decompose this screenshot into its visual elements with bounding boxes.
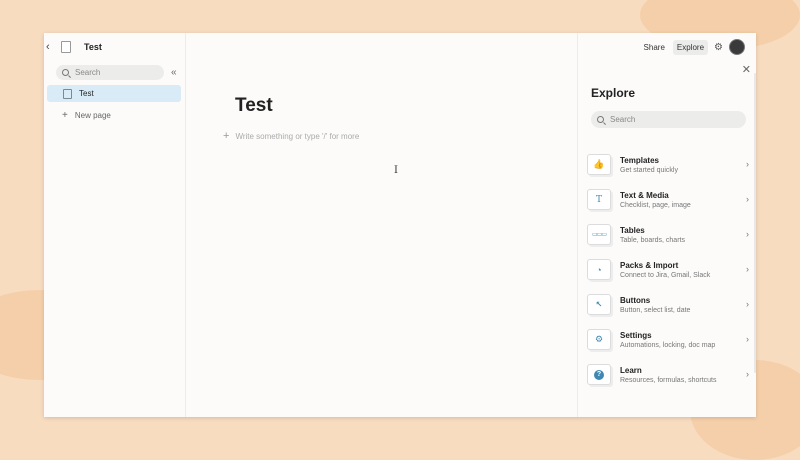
item-title: Templates xyxy=(620,155,659,165)
topbar: Share Explore ⚙ xyxy=(642,39,745,55)
item-subtitle: Get started quickly xyxy=(620,166,678,174)
pack-icon: ◔ xyxy=(587,259,611,280)
prompt-text: Write something or type '/' for more xyxy=(235,131,360,141)
explore-item-buttons[interactable]: ↖ Buttons Button, select list, date › xyxy=(587,287,749,322)
app-window: ‹ Test Search « Test + New page Test + W… xyxy=(44,33,756,417)
collapse-sidebar-icon[interactable]: « xyxy=(171,67,177,78)
thumbs-up-icon: 👍 xyxy=(587,154,611,175)
explore-item-tables[interactable]: ▭▭▭ Tables Table, boards, charts › xyxy=(587,217,749,252)
avatar[interactable] xyxy=(729,39,745,55)
sidebar-header: ‹ Test xyxy=(46,40,102,54)
explore-item-settings[interactable]: ⚙ Settings Automations, locking, doc map … xyxy=(587,322,749,357)
item-subtitle: Button, select list, date xyxy=(620,306,691,314)
item-title: Buttons xyxy=(620,295,651,305)
scrollbar[interactable] xyxy=(754,73,756,373)
panel-title: Explore xyxy=(591,86,636,100)
page-title[interactable]: Test xyxy=(235,95,273,117)
explore-panel: Share Explore ⚙ ✕ Explore Search 👍 Templ… xyxy=(577,33,756,417)
share-button[interactable]: Share xyxy=(642,41,667,54)
text-cursor-icon: I xyxy=(394,165,398,176)
item-subtitle: Connect to Jira, Gmail, Slack xyxy=(620,271,711,279)
search-input[interactable]: Search xyxy=(610,115,635,124)
plus-icon: + xyxy=(62,110,68,121)
gear-icon: ⚙ xyxy=(587,329,611,350)
item-title: Text & Media xyxy=(620,190,669,200)
item-subtitle: Automations, locking, doc map xyxy=(620,341,716,349)
search-input[interactable]: Search xyxy=(75,68,100,77)
new-page-button[interactable]: + New page xyxy=(62,110,111,121)
item-title: Learn xyxy=(620,365,642,375)
item-subtitle: Checklist, page, image xyxy=(620,201,691,209)
chevron-right-icon: › xyxy=(746,194,749,204)
explore-button[interactable]: Explore xyxy=(672,39,709,55)
insert-plus-icon[interactable]: + xyxy=(223,130,229,142)
chevron-right-icon: › xyxy=(746,264,749,274)
button-icon: ↖ xyxy=(587,294,611,315)
sidebar-item-test[interactable]: Test xyxy=(47,85,181,102)
gear-icon[interactable]: ⚙ xyxy=(714,42,723,53)
item-subtitle: Table, boards, charts xyxy=(620,236,685,244)
question-icon: ? xyxy=(587,364,611,385)
search-icon xyxy=(597,116,604,123)
back-arrow-icon[interactable]: ‹ xyxy=(46,41,54,53)
explore-item-text-media[interactable]: T Text & Media Checklist, page, image › xyxy=(587,182,749,217)
explore-item-packs-import[interactable]: ◔ Packs & Import Connect to Jira, Gmail, … xyxy=(587,252,749,287)
text-icon: T xyxy=(587,189,611,210)
editor-prompt[interactable]: + Write something or type '/' for more xyxy=(223,130,359,142)
search-icon xyxy=(62,69,69,76)
new-page-label: New page xyxy=(74,111,111,120)
sidebar-item-label: Test xyxy=(79,89,94,98)
chevron-right-icon: › xyxy=(746,334,749,344)
item-subtitle: Resources, formulas, shortcuts xyxy=(620,376,717,384)
editor[interactable]: Test + Write something or type '/' for m… xyxy=(186,33,577,417)
close-icon[interactable]: ✕ xyxy=(742,63,751,76)
page-icon xyxy=(63,88,72,99)
sidebar: ‹ Test Search « Test + New page xyxy=(44,33,186,417)
explore-list: 👍 Templates Get started quickly › T Text … xyxy=(587,147,749,392)
doc-title[interactable]: Test xyxy=(84,42,102,52)
chevron-right-icon: › xyxy=(746,229,749,239)
explore-item-learn[interactable]: ? Learn Resources, formulas, shortcuts › xyxy=(587,357,749,392)
explore-item-templates[interactable]: 👍 Templates Get started quickly › xyxy=(587,147,749,182)
sidebar-search[interactable]: Search xyxy=(56,65,164,80)
item-title: Tables xyxy=(620,225,645,235)
chevron-right-icon: › xyxy=(746,159,749,169)
chevron-right-icon: › xyxy=(746,369,749,379)
document-icon xyxy=(61,41,71,53)
table-icon: ▭▭▭ xyxy=(587,224,611,245)
explore-search[interactable]: Search xyxy=(591,111,746,128)
item-title: Settings xyxy=(620,330,652,340)
chevron-right-icon: › xyxy=(746,299,749,309)
item-title: Packs & Import xyxy=(620,260,679,270)
